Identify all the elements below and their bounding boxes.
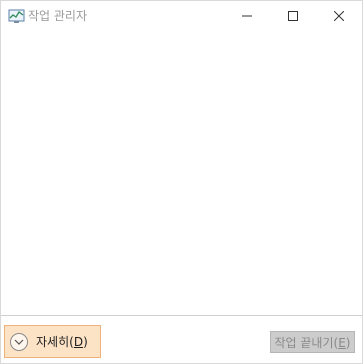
close-icon [333,10,345,24]
title-bar[interactable]: 작업 관리자 [1,1,362,32]
process-list-area [1,32,362,315]
footer-bar: 자세히(D) 작업 끝내기(E) [1,315,362,363]
end-task-label: 작업 끝내기(E) [274,335,351,350]
task-manager-window: 작업 관리자 자세히(D) 작업 끝내기(E) [0,0,363,364]
chevron-down-icon [10,332,28,351]
close-button[interactable] [316,1,362,32]
maximize-icon [288,10,298,24]
window-title: 작업 관리자 [28,9,88,23]
task-manager-app-icon [8,9,25,24]
minimize-icon [242,10,252,24]
end-task-button[interactable]: 작업 끝내기(E) [270,331,355,353]
more-details-button[interactable]: 자세히(D) [4,325,101,358]
more-details-label: 자세히(D) [36,335,88,349]
maximize-button[interactable] [270,1,316,32]
minimize-button[interactable] [224,1,270,32]
